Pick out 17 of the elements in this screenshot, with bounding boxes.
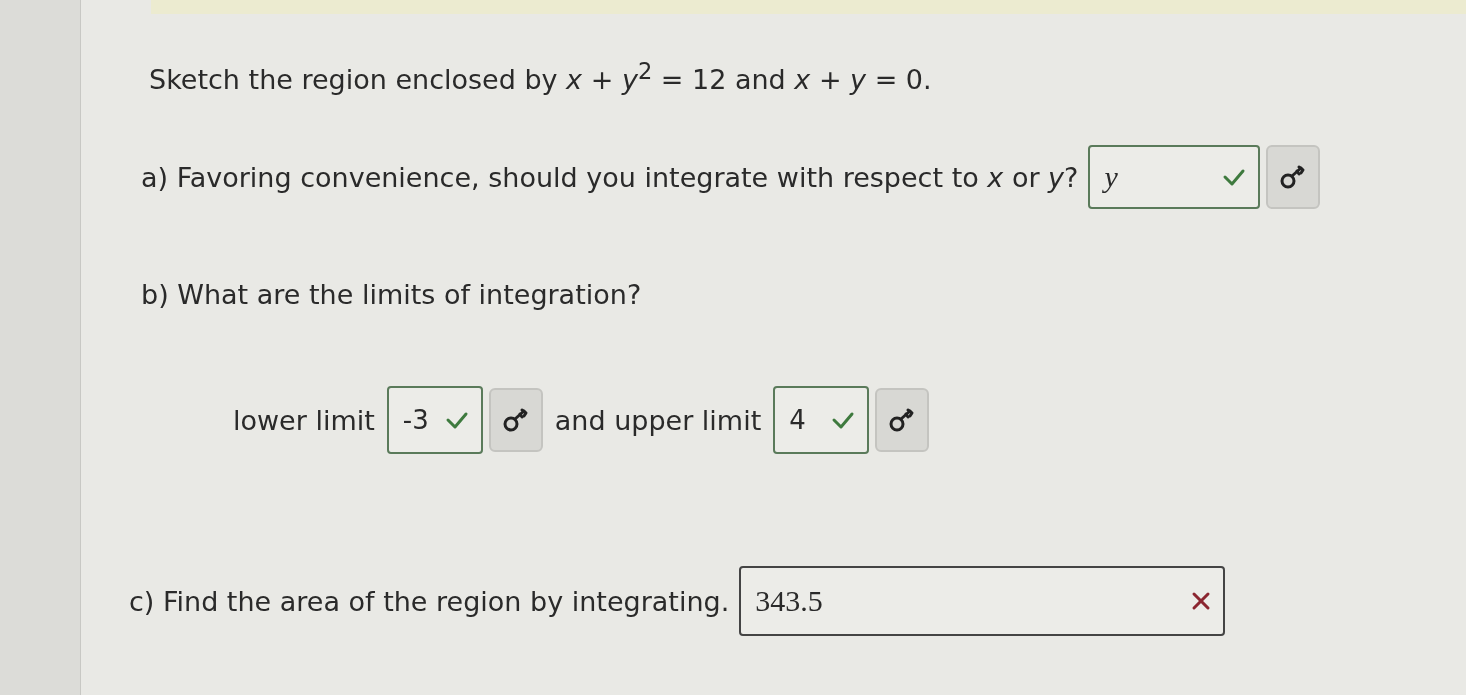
answer-field[interactable]: y [1088,145,1261,209]
key-button[interactable] [875,388,930,452]
question-text: c) Find the area of the region by integrating. [129,585,730,617]
cross-icon [1191,591,1212,611]
check-icon [444,410,469,430]
label-text: and upper limit [554,404,762,436]
answer-field[interactable]: 343.5 [739,566,1226,636]
check-icon [1222,167,1247,187]
question-text: b) What are the limits of integration? [141,279,642,310]
answer-field[interactable]: 4 [773,386,870,454]
key-button[interactable] [1266,145,1321,209]
label-text: lower limit [233,404,375,436]
key-button[interactable] [488,388,543,452]
check-icon [831,410,856,430]
question-text: Sketch the region enclosed by x + y$^{2}$ = 12 and x + y = 0. [149,58,933,95]
answer-field[interactable]: -3 [386,386,483,454]
question-text: a) Favoring convenience, should you integrate with respect to x or y? [141,161,1079,193]
